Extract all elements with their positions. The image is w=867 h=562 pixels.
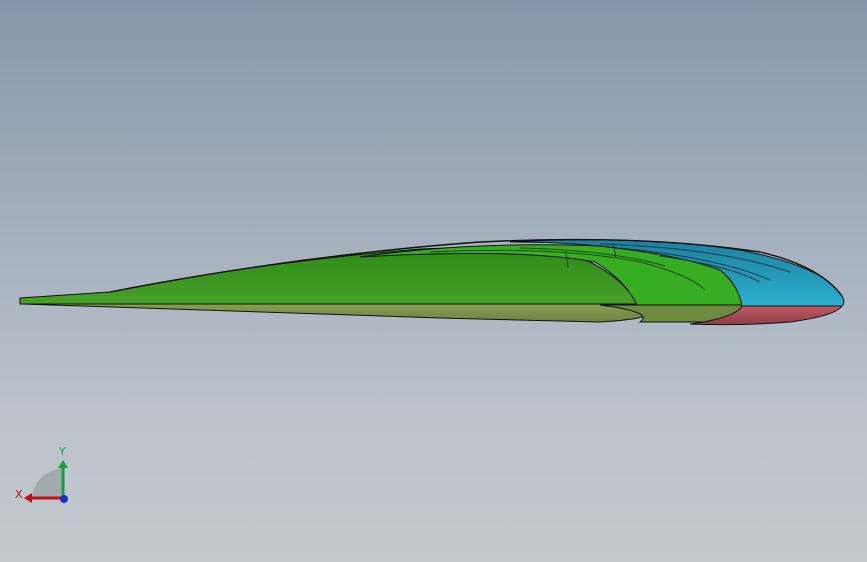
z-axis-icon [60, 495, 68, 503]
reference-triad[interactable]: Y X [10, 440, 80, 510]
y-axis-label: Y [58, 445, 66, 458]
lower-surface[interactable] [21, 301, 662, 323]
x-axis-label: X [15, 488, 23, 501]
triad-plane-icon [32, 468, 62, 498]
airfoil-model[interactable] [0, 0, 867, 562]
y-axis-arrowhead-icon [58, 460, 68, 468]
x-axis-arrowhead-icon [24, 493, 32, 503]
graphics-viewport[interactable]: Y X [0, 0, 867, 562]
